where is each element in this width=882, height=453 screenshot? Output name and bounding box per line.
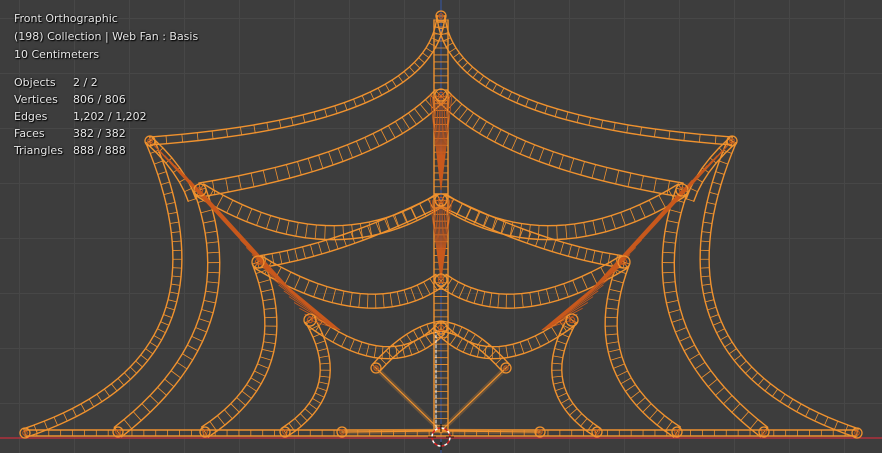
outer-arc-right-side	[699, 138, 860, 438]
stat-row-edges: Edges 1,202 / 1,202	[14, 110, 147, 123]
outer-arc-left-side	[22, 138, 183, 438]
spiral-l1b	[256, 193, 444, 269]
collection-line: (198) Collection | Web Fan : Basis	[14, 30, 199, 43]
inner-arc-l3	[281, 316, 331, 437]
web-l-c	[257, 261, 341, 331]
web-r-c	[541, 261, 625, 331]
stat-row-objects: Objects 2 / 2	[14, 76, 98, 89]
spiral-r0	[436, 89, 684, 198]
outer-arc-top-right	[436, 14, 733, 146]
stat-row-vertices: Vertices 806 / 806	[14, 93, 126, 106]
3d-viewport[interactable]: Front Orthographic (198) Collection | We…	[0, 0, 882, 453]
inner-arc-r2	[604, 259, 681, 438]
inner-arc-r1	[661, 187, 769, 438]
web-r-b	[581, 189, 683, 301]
grid-scale: 10 Centimeters	[14, 48, 100, 61]
viewport-info-overlay: Front Orthographic (198) Collection | We…	[14, 10, 198, 159]
scene-statistics: Objects 2 / 2 Vertices 806 / 806 Edges 1…	[14, 74, 198, 159]
spiral-l0	[198, 89, 446, 198]
stat-row-faces: Faces 382 / 382	[14, 127, 126, 140]
inner-arc-l2	[201, 259, 278, 438]
inner-arc-l1	[113, 187, 221, 438]
stat-row-triangles: Triangles 888 / 888	[14, 144, 126, 157]
outer-tip-right	[685, 137, 736, 202]
inner-arc-r3	[551, 316, 601, 437]
spiral-r1b	[438, 193, 626, 269]
web-l-b	[199, 189, 301, 301]
view-name: Front Orthographic	[14, 12, 118, 25]
